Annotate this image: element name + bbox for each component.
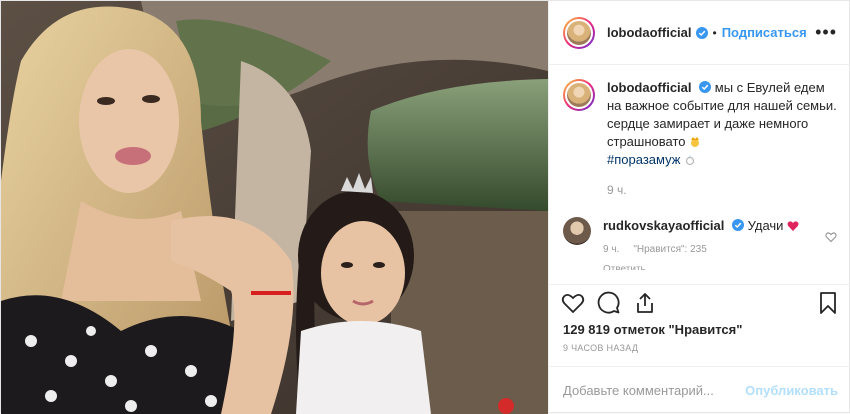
comment-time: 9 ч. bbox=[603, 244, 620, 255]
post-actions bbox=[549, 284, 850, 316]
princess-emoji-icon bbox=[691, 137, 700, 147]
header-separator: • bbox=[712, 25, 717, 40]
comment-item: rudkovskayaofficial Удачи 9 ч. "Нравится… bbox=[563, 217, 837, 270]
post-photo-image bbox=[1, 1, 548, 414]
like-heart-icon[interactable] bbox=[561, 291, 585, 315]
verified-icon bbox=[695, 26, 708, 39]
comment-username[interactable]: rudkovskayaofficial bbox=[603, 218, 724, 233]
more-options-icon[interactable]: ••• bbox=[815, 22, 837, 43]
comment-input[interactable]: Добавьте комментарий... bbox=[563, 383, 745, 398]
verified-icon bbox=[699, 81, 712, 93]
comment-meta: 9 ч. "Нравится": 235 bbox=[603, 241, 817, 259]
verified-icon bbox=[732, 219, 745, 231]
author-avatar[interactable] bbox=[563, 16, 595, 49]
add-comment-bar: Добавьте комментарий... Опубликовать bbox=[549, 366, 850, 414]
comment-likes[interactable]: "Нравится": 235 bbox=[633, 241, 706, 259]
reply-button[interactable]: Ответить bbox=[603, 261, 817, 270]
comments-list: lobodaofficial мы с Евулей едем на важно… bbox=[549, 65, 850, 270]
post-photo[interactable] bbox=[1, 1, 548, 414]
post-header: lobodaofficial • Подписаться ••• bbox=[549, 1, 850, 65]
share-icon[interactable] bbox=[633, 291, 657, 315]
caption-avatar[interactable] bbox=[563, 79, 595, 111]
post-side-panel: lobodaofficial • Подписаться ••• lobodao… bbox=[548, 1, 850, 414]
ring-emoji-icon bbox=[685, 155, 695, 166]
caption-time: 9 ч. bbox=[607, 183, 627, 197]
instagram-post: lobodaofficial • Подписаться ••• lobodao… bbox=[0, 0, 850, 414]
post-time-ago[interactable]: 9 ЧАСОВ НАЗАД bbox=[563, 343, 638, 353]
caption: lobodaofficial мы с Евулей едем на важно… bbox=[563, 79, 837, 199]
caption-username[interactable]: lobodaofficial bbox=[607, 80, 692, 95]
bookmark-icon[interactable] bbox=[816, 291, 840, 315]
likes-count[interactable]: 129 819 отметок "Нравится" bbox=[563, 322, 742, 337]
comment-bubble-icon[interactable] bbox=[597, 291, 621, 315]
follow-button[interactable]: Подписаться bbox=[722, 25, 807, 40]
red-heart-emoji-icon bbox=[787, 221, 799, 231]
author-username[interactable]: lobodaofficial bbox=[607, 25, 692, 40]
comment-text: Удачи bbox=[747, 218, 784, 233]
publish-button[interactable]: Опубликовать bbox=[745, 383, 838, 398]
caption-hashtag[interactable]: #поразамуж bbox=[607, 152, 680, 167]
commenter-avatar[interactable] bbox=[563, 217, 591, 245]
caption-body: lobodaofficial мы с Евулей едем на важно… bbox=[607, 79, 837, 199]
like-comment-heart-icon[interactable] bbox=[825, 231, 837, 243]
comment-body: rudkovskayaofficial Удачи 9 ч. "Нравится… bbox=[603, 217, 817, 270]
